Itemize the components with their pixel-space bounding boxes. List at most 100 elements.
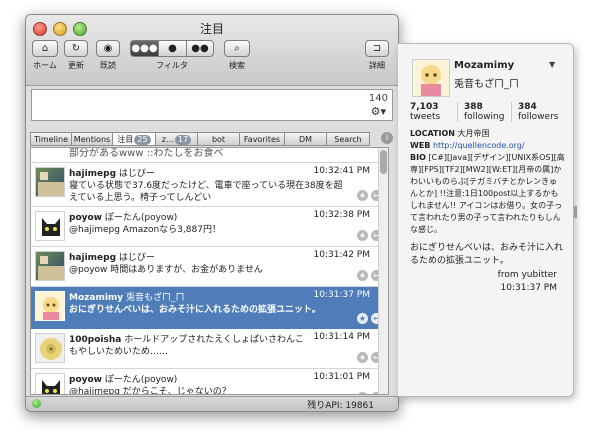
profile-tweet-text: おにぎりせんべいは、おみそ汁に入れるための拡張ユニット。 <box>410 243 564 266</box>
profile-screen-name: Mozamimy <box>454 60 515 71</box>
tweet-text: @hajimepg だからこそ、じゃないの？ <box>69 387 231 395</box>
tab-dm[interactable]: DM <box>284 132 326 146</box>
refresh-group: ↻ 更新 <box>64 40 88 71</box>
tab-chuumoku[interactable]: 注目 25 <box>112 132 155 146</box>
filter-segmented: ●●● ● ●● <box>130 40 214 57</box>
read-label: 既読 <box>100 61 116 70</box>
profile-menu-triangle-icon[interactable]: ▼ <box>549 60 555 69</box>
screen-name: poyow <box>69 375 102 385</box>
avatar <box>35 167 65 197</box>
profile-stats: 7,103 tweets 388 following 384 followers <box>410 102 565 122</box>
search-button[interactable]: ⌕ <box>224 40 250 57</box>
web-link[interactable]: http://quellencode.org/ <box>433 141 525 150</box>
mark-read-button[interactable]: ◉ <box>96 40 120 57</box>
partial-tweet-text: 部分があるwww ::わたしをお食べ <box>69 148 224 159</box>
tab-search[interactable]: Search <box>326 132 370 146</box>
avatar <box>35 211 65 241</box>
favorite-star-icon[interactable]: ★ <box>357 313 368 324</box>
tweet-text: 寝ている状態で37.6度だったけど、電車で座っている現在38度を超えている上思う… <box>69 181 343 203</box>
scrollbar-thumb[interactable] <box>380 150 387 174</box>
refresh-icon: ↻ <box>71 43 81 54</box>
timeline-list[interactable]: 部分があるwww ::わたしをお食べ hajimepg はじぴー 10:32:4… <box>30 147 389 395</box>
tweet-time: 10:31:14 PM <box>313 332 370 342</box>
drawer-resize-handle[interactable] <box>574 206 577 218</box>
detail-label: 詳細 <box>369 61 385 70</box>
home-label: ホーム <box>33 61 57 70</box>
read-icon: ◉ <box>103 43 113 54</box>
display-name: ホールドアップされたえくしょぱいさわんこ <box>124 335 304 345</box>
display-name: 兎音もざㄇ_ㄇ <box>126 293 185 303</box>
unread-badge: 17 <box>175 135 192 145</box>
char-counter: 140 <box>368 93 388 104</box>
tweet-time: 10:31:01 PM <box>313 372 370 382</box>
api-remaining: 残りAPI: 19861 <box>307 401 374 411</box>
tweets-stat[interactable]: 7,103 tweets <box>410 102 457 122</box>
tweet-time: 10:31:42 PM <box>313 250 370 260</box>
location-label: LOCATION <box>410 129 455 138</box>
title-bar: 注目 ⌂ ホーム ↻ 更新 ◉ 既読 ●●● ● ●● フィルタ ⌕ 検索 ⊐ … <box>26 15 398 86</box>
main-window: 注目 ⌂ ホーム ↻ 更新 ◉ 既読 ●●● ● ●● フィルタ ⌕ 検索 ⊐ … <box>25 14 399 412</box>
tweet-row[interactable]: poyow ぽーたん(poyow) 10:32:38 PM @hajimepg … <box>31 207 388 247</box>
favorite-star-icon[interactable]: ★ <box>357 270 368 281</box>
bubble-icon: ● <box>168 43 177 54</box>
detail-button[interactable]: ⊐ <box>365 40 389 57</box>
tab-mentions[interactable]: Mentions <box>71 132 112 146</box>
tab-bar: Timeline Mentions 注目 25 z… 17 bot Favorite… <box>30 132 382 146</box>
favorite-star-icon[interactable]: ★ <box>357 230 368 241</box>
favorite-star-icon[interactable]: ★ <box>357 190 368 201</box>
window-title: 注目 <box>199 22 224 36</box>
display-name: はじぴー <box>118 253 155 263</box>
search-icon: ⌕ <box>234 43 240 54</box>
partial-tweet-row: 部分があるwww ::わたしをお食べ <box>31 148 388 163</box>
filter-group: ●●● ● ●● フィルタ <box>130 40 214 71</box>
home-group: ⌂ ホーム <box>32 40 58 71</box>
filter-mention-button[interactable]: ● <box>158 40 186 57</box>
profile-display-name: 兎音もざㄇ_ㄇ <box>454 79 519 90</box>
tab-timeline[interactable]: Timeline <box>30 132 71 146</box>
tweet-row[interactable]: poyow ぽーたん(poyow) 10:31:01 PM @hajimepg … <box>31 369 388 395</box>
tweet-row-selected[interactable]: Mozamimy 兎音もざㄇ_ㄇ 10:31:37 PM おにぎりせんべいは、お… <box>31 287 388 329</box>
location-value: 大月帝国 <box>457 129 490 138</box>
filter-all-button[interactable]: ●●● <box>130 40 158 57</box>
display-name: ぽーたん(poyow) <box>104 375 178 385</box>
info-icon[interactable]: i <box>381 132 393 144</box>
read-group: ◉ 既読 <box>96 40 120 71</box>
avatar <box>35 373 65 394</box>
screen-name: hajimepg <box>69 253 117 263</box>
detail-group: ⊐ 詳細 <box>365 40 389 71</box>
tab-favorites[interactable]: Favorites <box>239 132 284 146</box>
bio-label: BIO <box>410 153 426 162</box>
display-name: はじぴー <box>118 169 155 179</box>
filter-dm-button[interactable]: ●● <box>186 40 214 57</box>
home-button[interactable]: ⌂ <box>32 40 58 57</box>
tweet-time: 10:32:38 PM <box>313 210 370 220</box>
web-label: WEB <box>410 141 431 150</box>
tweet-time: 10:31:37 PM <box>313 290 370 300</box>
timeline-scrollbar[interactable] <box>378 148 388 394</box>
tab-z[interactable]: z… 17 <box>155 132 197 146</box>
detail-icon: ⊐ <box>372 43 382 54</box>
bio-text: [C#][Java][デザイン][UNIX系OS][高専][FPS][TF2][… <box>410 153 565 234</box>
tweet-text: おにぎりせんべいは、おみそ汁に入れるための拡張ユニット。 <box>69 305 321 315</box>
status-bar: 残りAPI: 19861 <box>26 396 398 411</box>
tweet-row[interactable]: hajimepg はじぴー 10:32:41 PM 寝ている状態で37.6度だっ… <box>31 163 388 207</box>
favorite-star-icon[interactable]: ★ <box>357 352 368 363</box>
tweet-text: @poyow 時間はありますが、お金がありません <box>69 265 263 275</box>
tweet-timestamp: 10:31:37 PM <box>500 283 557 293</box>
refresh-button[interactable]: ↻ <box>64 40 88 57</box>
screen-name: hajimepg <box>69 169 117 179</box>
favorite-star-icon[interactable]: ★ <box>357 392 368 394</box>
compose-field[interactable] <box>31 89 393 121</box>
tweet-source: from yubitter <box>497 270 557 280</box>
tweet-row[interactable]: hajimepg はじぴー 10:31:42 PM @poyow 時間はあります… <box>31 247 388 287</box>
screen-name: 100poisha <box>69 335 122 345</box>
profile-info: LOCATION 大月帝国 WEB http://quellencode.org… <box>410 128 565 236</box>
tweet-time: 10:32:41 PM <box>313 166 370 176</box>
screen-name: Mozamimy <box>69 293 124 303</box>
compose-options-gear-icon[interactable]: ⚙▾ <box>371 105 386 118</box>
tab-bot[interactable]: bot <box>197 132 239 146</box>
tweet-row[interactable]: 100poisha ホールドアップされたえくしょぱいさわんこ 10:31:14 … <box>31 329 388 369</box>
following-stat[interactable]: 388 following <box>457 102 511 122</box>
unread-badge: 25 <box>134 135 151 145</box>
followers-stat[interactable]: 384 followers <box>511 102 565 122</box>
